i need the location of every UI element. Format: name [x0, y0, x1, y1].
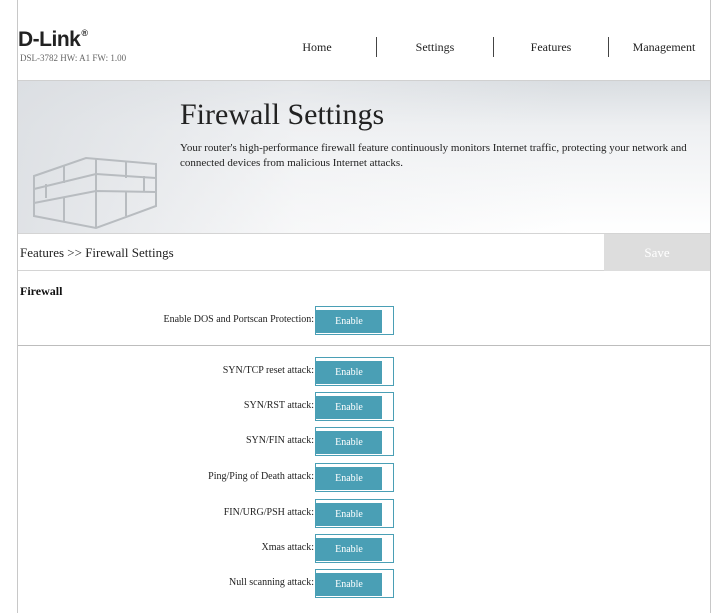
setting-label: SYN/TCP reset attack: — [222, 365, 314, 376]
toggle-state: Enable — [316, 431, 382, 454]
setting-row-null-scanning: Null scanning attack: Enable — [18, 569, 710, 599]
syn-rst-toggle[interactable]: Enable — [315, 392, 394, 421]
save-button[interactable]: Save — [604, 234, 710, 271]
toggle-state: Enable — [316, 503, 382, 526]
setting-label: Ping/Ping of Death attack: — [208, 471, 314, 482]
setting-row-xmas: Xmas attack: Enable — [18, 534, 710, 564]
setting-label: Null scanning attack: — [229, 577, 314, 588]
page-title: Firewall Settings — [180, 98, 385, 131]
toggle-state: Enable — [316, 310, 382, 333]
nav-management[interactable]: Management — [609, 40, 710, 60]
nav-separator — [608, 37, 609, 57]
setting-row-syn-fin: SYN/FIN attack: Enable — [18, 427, 710, 457]
dlink-logo: D-Link® — [18, 28, 88, 52]
setting-row-syn-tcp-reset: SYN/TCP reset attack: Enable — [18, 357, 710, 387]
setting-row-syn-rst: SYN/RST attack: Enable — [18, 392, 710, 422]
breadcrumb: Features >> Firewall Settings — [20, 245, 174, 260]
syn-tcp-reset-toggle[interactable]: Enable — [315, 357, 394, 386]
toggle-state: Enable — [316, 467, 382, 490]
toggle-state: Enable — [316, 573, 382, 596]
nav-features[interactable]: Features — [494, 40, 608, 60]
nav-home[interactable]: Home — [258, 40, 376, 60]
setting-label: FIN/URG/PSH attack: — [223, 507, 314, 518]
ping-of-death-toggle[interactable]: Enable — [315, 463, 394, 492]
toggle-state: Enable — [316, 361, 382, 384]
section-title-firewall: Firewall — [20, 284, 63, 298]
page-banner: Firewall Settings Your router's high-per… — [18, 80, 710, 234]
setting-label: SYN/RST attack: — [243, 400, 314, 411]
section-divider — [18, 345, 710, 346]
router-page: D-Link® DSL-3782 HW: A1 FW: 1.00 Home Se… — [17, 0, 711, 613]
syn-fin-toggle[interactable]: Enable — [315, 427, 394, 456]
nav-settings[interactable]: Settings — [377, 40, 493, 60]
toggle-state: Enable — [316, 538, 382, 561]
nav-separator — [493, 37, 494, 57]
nav-separator — [376, 37, 377, 57]
setting-row-fin-urg-psh: FIN/URG/PSH attack: Enable — [18, 499, 710, 529]
xmas-toggle[interactable]: Enable — [315, 534, 394, 563]
main-nav: Home Settings Features Management — [258, 37, 710, 60]
setting-label: SYN/FIN attack: — [245, 435, 314, 446]
fin-urg-psh-toggle[interactable]: Enable — [315, 499, 394, 528]
setting-row-dos-portscan: Enable DOS and Portscan Protection: Enab… — [18, 306, 710, 336]
setting-label: Xmas attack: — [261, 542, 314, 553]
dos-portscan-toggle[interactable]: Enable — [315, 306, 394, 335]
brick-wall-icon — [33, 156, 157, 230]
page-description: Your router's high-performance firewall … — [180, 142, 687, 169]
registered-mark: ® — [81, 28, 88, 38]
logo-text: D-Link — [18, 28, 81, 51]
model-info: DSL-3782 HW: A1 FW: 1.00 — [20, 53, 127, 63]
top-bar: D-Link® DSL-3782 HW: A1 FW: 1.00 Home Se… — [18, 0, 710, 80]
breadcrumb-bar: Features >> Firewall Settings Save — [18, 233, 710, 271]
null-scanning-toggle[interactable]: Enable — [315, 569, 394, 598]
setting-label: Enable DOS and Portscan Protection: — [163, 314, 314, 325]
toggle-state: Enable — [316, 396, 382, 419]
setting-row-ping-of-death: Ping/Ping of Death attack: Enable — [18, 463, 710, 493]
